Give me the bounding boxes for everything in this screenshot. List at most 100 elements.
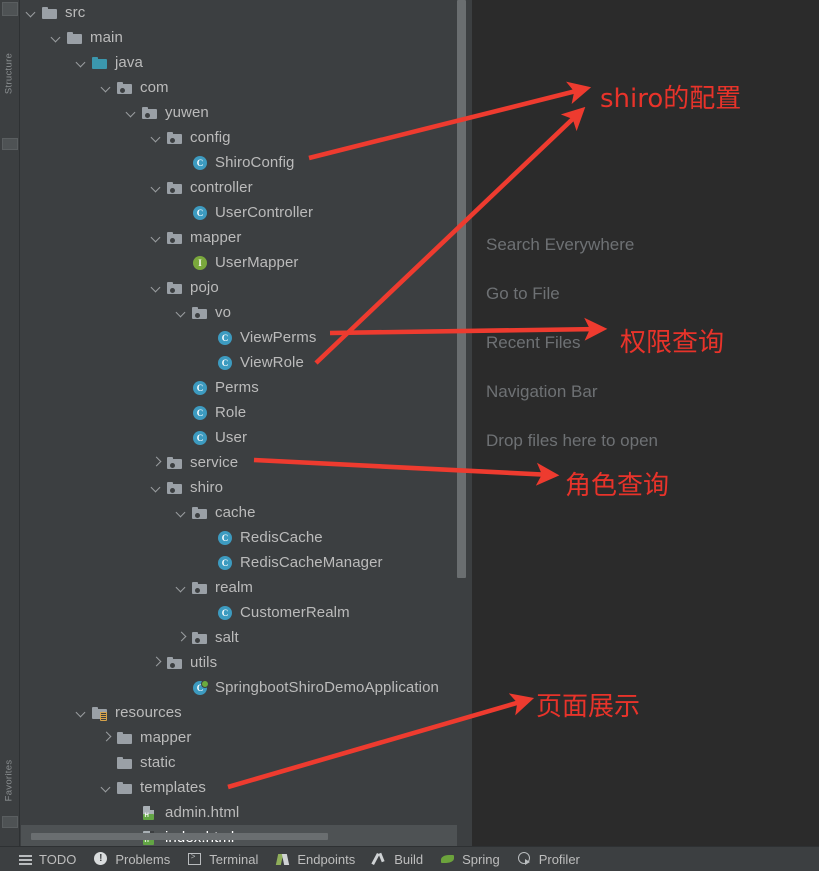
tree-horizontal-scrollbar-thumb[interactable]: [31, 833, 328, 840]
tree-row[interactable]: C RedisCacheManager: [21, 550, 472, 575]
tree-row[interactable]: yuwen: [21, 100, 472, 125]
tree-row[interactable]: cache: [21, 500, 472, 525]
editor-empty-area[interactable]: Search Everywhere Go to File Recent Files N…: [472, 0, 819, 846]
chevron-down-icon[interactable]: [175, 506, 188, 519]
package-folder-icon: [166, 180, 184, 196]
tool-window-button-bottom[interactable]: [2, 816, 18, 828]
tree-row-label: config: [190, 129, 231, 146]
status-bar-item-label: Spring: [462, 851, 500, 867]
chevron-right-icon[interactable]: [150, 656, 163, 669]
tree-row[interactable]: src: [21, 0, 472, 25]
editor-hint-row: Drop files here to open: [486, 431, 658, 450]
package-folder-icon: [166, 280, 184, 296]
tree-row[interactable]: C Perms: [21, 375, 472, 400]
tree-row[interactable]: C RedisCache: [21, 525, 472, 550]
tree-row[interactable]: mapper: [21, 225, 472, 250]
chevron-down-icon[interactable]: [25, 6, 38, 19]
chevron-down-icon[interactable]: [75, 56, 88, 69]
tool-window-button-top[interactable]: [2, 2, 18, 16]
status-bar-item-label: Problems: [115, 851, 171, 867]
chevron-down-icon[interactable]: [150, 181, 163, 194]
tree-row[interactable]: java: [21, 50, 472, 75]
chevron-down-icon[interactable]: [175, 581, 188, 594]
package-folder-icon: [191, 630, 209, 646]
status-bar-item-label: Terminal: [209, 851, 259, 867]
tree-row-label: ViewRole: [240, 354, 304, 371]
tree-row-label: pojo: [190, 279, 219, 296]
tree-row-label: java: [115, 54, 143, 71]
tree-row[interactable]: com: [21, 75, 472, 100]
chevron-down-icon[interactable]: [125, 106, 138, 119]
tool-strip-label-structure[interactable]: Structure: [4, 47, 15, 101]
tree-row[interactable]: admin.html: [21, 800, 472, 825]
editor-hint-row: Search Everywhere: [486, 235, 635, 254]
status-bar-item[interactable]: Profiler: [517, 851, 580, 867]
status-bar-item[interactable]: Build: [373, 852, 423, 867]
package-folder-icon: [166, 130, 184, 146]
status-bar-item[interactable]: Endpoints: [276, 852, 355, 867]
tool-strip-label-favorites[interactable]: Favorites: [4, 754, 15, 808]
chevron-down-icon[interactable]: [175, 306, 188, 319]
tree-row[interactable]: C Role: [21, 400, 472, 425]
folder-icon: [116, 730, 134, 746]
tree-row[interactable]: static: [21, 750, 472, 775]
chevron-right-icon[interactable]: [100, 731, 113, 744]
chevron-down-icon[interactable]: [50, 31, 63, 44]
project-tree-panel[interactable]: src main java com yuwen config C ShiroConfig con…: [21, 0, 472, 846]
tree-vertical-scrollbar-thumb[interactable]: [457, 0, 466, 578]
chevron-down-icon[interactable]: [150, 481, 163, 494]
chevron-down-icon[interactable]: [150, 231, 163, 244]
build-icon: [373, 852, 388, 867]
chevron-down-icon[interactable]: [100, 81, 113, 94]
status-bar-item[interactable]: TODO: [18, 852, 76, 867]
tree-row[interactable]: I UserMapper: [21, 250, 472, 275]
tree-row[interactable]: main: [21, 25, 472, 50]
tree-row[interactable]: resources: [21, 700, 472, 725]
tree-row-label: salt: [215, 629, 239, 646]
chevron-down-icon[interactable]: [150, 131, 163, 144]
tree-row-label: CustomerRealm: [240, 604, 350, 621]
tree-row[interactable]: templates: [21, 775, 472, 800]
tree-row[interactable]: config: [21, 125, 472, 150]
tree-row[interactable]: realm: [21, 575, 472, 600]
tree-row[interactable]: utils: [21, 650, 472, 675]
tree-row[interactable]: C SpringbootShiroDemoApplication: [21, 675, 472, 700]
annotation-label: 角色查询: [565, 471, 670, 501]
tree-row[interactable]: mapper: [21, 725, 472, 750]
tree-row[interactable]: C ShiroConfig: [21, 150, 472, 175]
tree-row[interactable]: controller: [21, 175, 472, 200]
chevron-down-icon[interactable]: [100, 781, 113, 794]
endpoints-icon: [276, 852, 291, 867]
chevron-right-icon[interactable]: [150, 456, 163, 469]
tree-row[interactable]: salt: [21, 625, 472, 650]
tree-row[interactable]: C ViewRole: [21, 350, 472, 375]
html-file-icon: [141, 805, 159, 821]
tree-row[interactable]: C User: [21, 425, 472, 450]
package-folder-icon: [191, 580, 209, 596]
package-folder-icon: [166, 455, 184, 471]
status-bar-item[interactable]: Problems: [94, 851, 171, 867]
java-class-icon: C: [216, 605, 234, 621]
tree-row[interactable]: C UserController: [21, 200, 472, 225]
chevron-down-icon[interactable]: [75, 706, 88, 719]
tool-window-button-mid[interactable]: [2, 138, 18, 150]
tree-row[interactable]: C ViewPerms: [21, 325, 472, 350]
tree-row-label: yuwen: [165, 104, 209, 121]
status-bar-item[interactable]: Spring: [441, 852, 500, 867]
tree-row[interactable]: vo: [21, 300, 472, 325]
status-bar-item[interactable]: Terminal: [188, 852, 258, 867]
tree-row-label: Role: [215, 404, 247, 421]
chevron-right-icon[interactable]: [175, 631, 188, 644]
tree-row[interactable]: C CustomerRealm: [21, 600, 472, 625]
tree-row[interactable]: pojo: [21, 275, 472, 300]
tree-row-label: User: [215, 429, 248, 446]
tree-row[interactable]: shiro: [21, 475, 472, 500]
tree-row[interactable]: service: [21, 450, 472, 475]
package-folder-icon: [166, 230, 184, 246]
chevron-down-icon[interactable]: [150, 281, 163, 294]
